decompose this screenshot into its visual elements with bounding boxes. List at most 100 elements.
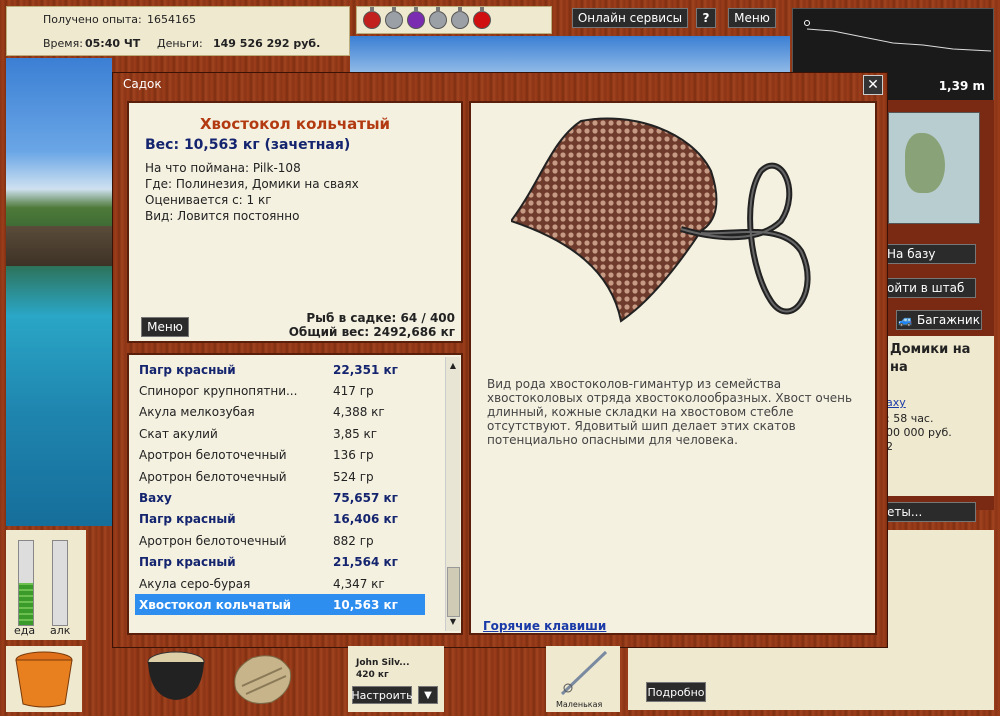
fish-list-weight: 4,347 кг xyxy=(333,576,385,591)
fish-list-weight: 136 гр xyxy=(333,448,374,463)
bait-sack-icon[interactable] xyxy=(228,650,296,706)
fish-list-name: Акула серо-бурая xyxy=(139,576,251,591)
fish-list-item[interactable]: Пагр красный 22,351 кг xyxy=(135,359,425,380)
time-label: Время: xyxy=(43,37,83,50)
fish-list-name: Пагр красный xyxy=(139,555,236,570)
trunk-button[interactable]: 🚙 Багажник xyxy=(896,310,982,330)
player-stats-panel: Получено опыта: 1654165 Время: 05:40 ЧТ … xyxy=(6,6,350,56)
keepnet-dialog: Садок ✕ Хвостокол кольчатый Вес: 10,563 … xyxy=(112,72,888,648)
fish-list-weight: 882 гр xyxy=(333,533,374,548)
potion-icon[interactable] xyxy=(429,7,447,29)
scroll-up-icon[interactable]: ▲ xyxy=(448,361,458,370)
bungalows xyxy=(6,226,112,266)
fish-list-name: Аротрон белоточечный xyxy=(139,448,287,463)
xp-value: 1654165 xyxy=(147,13,196,26)
fish-list-item[interactable]: Хвостокол кольчатый 10,563 кг xyxy=(135,594,425,616)
fish-list[interactable]: Пагр красный 22,351 кг Спинорог крупнопятн… xyxy=(127,353,463,635)
fish-list-weight: 524 гр xyxy=(333,469,374,484)
fish-list-name: Хвостокол кольчатый xyxy=(139,597,292,612)
trunk-label: Багажник xyxy=(917,313,980,327)
close-icon[interactable]: ✕ xyxy=(863,75,883,95)
total-weight: Общий вес: 2492,686 кг xyxy=(288,325,455,339)
location-link[interactable]: аху xyxy=(886,396,906,409)
potion-icon[interactable] xyxy=(473,7,491,29)
fish-list-item[interactable]: Спинорог крупнопятни... 417 гр xyxy=(135,380,425,401)
dialog-title: Садок xyxy=(123,77,162,91)
scroll-down-icon[interactable]: ▼ xyxy=(448,617,458,626)
time-value: 05:40 ЧТ xyxy=(85,37,141,50)
fish-list-name: Скат акулий xyxy=(139,426,218,441)
info-menu-button[interactable]: Меню xyxy=(141,317,189,337)
alcohol-gauge xyxy=(52,540,68,626)
fish-list-item[interactable]: Baxy 75,657 кг xyxy=(135,487,425,508)
fish-list-weight: 16,406 кг xyxy=(333,512,398,527)
bait-name: John Silv... xyxy=(356,658,410,668)
fish-list-weight: 10,563 кг xyxy=(333,597,398,612)
fish-list-name: Аротрон белоточечный xyxy=(139,533,287,548)
fish-count: Рыб в садке: 64 / 400 xyxy=(306,311,455,325)
fish-list-weight: 21,564 кг xyxy=(333,555,398,570)
catch-location: Где: Полинезия, Домики на сваях xyxy=(145,177,359,191)
fish-kind: Вид: Ловится постоянно xyxy=(145,209,300,223)
fish-list-item[interactable]: Скат акулий 3,85 кг xyxy=(135,423,425,444)
fish-list-name: Пагр красный xyxy=(139,512,236,527)
online-services-button[interactable]: Онлайн сервисы xyxy=(572,8,688,28)
potion-icon[interactable] xyxy=(407,7,425,29)
bucket-icon xyxy=(15,651,73,708)
bucket-slot[interactable] xyxy=(6,646,82,712)
details-button[interactable]: Подробно xyxy=(646,682,706,702)
fish-list-item[interactable]: Аротрон белоточечный 524 гр xyxy=(135,466,425,487)
fish-list-name: Акула мелкозубая xyxy=(139,405,255,420)
fish-list-item[interactable]: Акула серо-бурая 4,347 кг xyxy=(135,573,425,594)
depth-value: 1,39 m xyxy=(938,79,985,93)
rod-icon xyxy=(560,650,608,696)
location-name-2: на xyxy=(890,360,908,375)
fish-list-weight: 75,657 кг xyxy=(333,490,398,505)
fish-list-item[interactable]: Аротрон белоточечный 136 гр xyxy=(135,445,425,466)
potion-icon[interactable] xyxy=(451,7,469,29)
alcohol-label: алк xyxy=(50,624,71,637)
fish-list-item[interactable]: Аротрон белоточечный 882 гр xyxy=(135,530,425,551)
time-left: : 58 час. xyxy=(886,412,934,425)
right-sidebar: На базу ойти в штаб 🚙 Багажник Домики на … xyxy=(880,100,994,522)
food-gauge xyxy=(18,540,34,626)
fish-info-panel: Хвостокол кольчатый Вес: 10,563 кг (заче… xyxy=(127,101,463,343)
fish-list-weight: 3,85 кг xyxy=(333,426,378,441)
food-label: еда xyxy=(14,624,36,637)
setup-dropdown-icon[interactable]: ▼ xyxy=(418,686,438,704)
island-shape xyxy=(905,133,945,193)
pot-icon[interactable] xyxy=(144,648,208,702)
fish-list-item[interactable]: Пагр красный 16,406 кг xyxy=(135,509,425,530)
fish-list-weight: 417 гр xyxy=(333,383,374,398)
potion-bar xyxy=(356,6,552,34)
setup-button[interactable]: Настроить xyxy=(351,686,413,704)
money-label: Деньги: xyxy=(157,37,203,50)
to-base-button[interactable]: На базу xyxy=(880,244,976,264)
food-fill xyxy=(19,583,33,625)
car-icon: 🚙 xyxy=(898,313,913,327)
fish-list-name: Аротрон белоточечный xyxy=(139,469,287,484)
scenery-top xyxy=(350,36,790,72)
rod-slot[interactable]: Маленькая xyxy=(546,646,620,712)
list-scrollbar[interactable]: ▲ ▼ xyxy=(445,357,460,631)
fish-list-item[interactable]: Пагр красный 21,564 кг xyxy=(135,552,425,573)
stingray-image xyxy=(511,117,811,323)
main-menu-button[interactable]: Меню xyxy=(728,8,776,28)
hotkeys-link[interactable]: Горячие клавиши xyxy=(483,619,606,633)
fish-title: Хвостокол кольчатый xyxy=(199,115,391,133)
xp-label: Получено опыта: xyxy=(43,13,142,26)
fish-list-weight: 4,388 кг xyxy=(333,405,385,420)
needs-panel: еда алк xyxy=(6,530,86,640)
fish-list-item[interactable]: Акула мелкозубая 4,388 кг xyxy=(135,402,425,423)
potion-icon[interactable] xyxy=(385,7,403,29)
rod-label: Маленькая xyxy=(556,700,603,709)
more-button[interactable]: еты... xyxy=(880,502,976,522)
bottom-line xyxy=(806,28,992,52)
fish-description: Вид рода хвостоколов-гимантур из семейст… xyxy=(487,377,853,447)
map-thumbnail[interactable] xyxy=(888,112,980,224)
to-hq-button[interactable]: ойти в штаб xyxy=(880,278,976,298)
potion-icon[interactable] xyxy=(363,7,381,29)
scroll-thumb[interactable] xyxy=(447,567,460,617)
boat-marker xyxy=(804,20,810,26)
help-button[interactable]: ? xyxy=(696,8,716,28)
